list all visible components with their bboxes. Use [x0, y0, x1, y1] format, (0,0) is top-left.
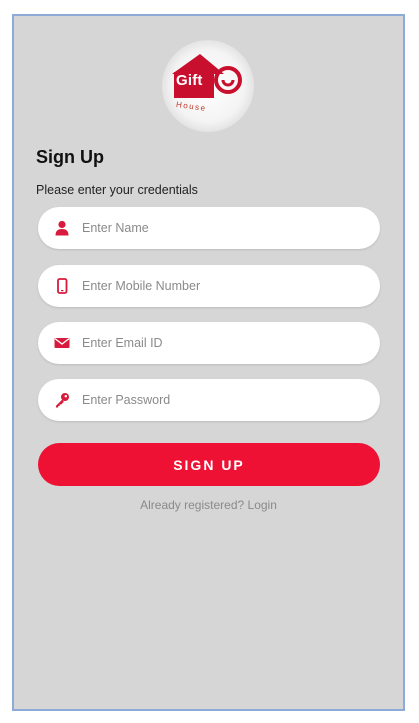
password-input[interactable]	[82, 379, 362, 421]
name-input[interactable]	[82, 207, 362, 249]
login-prompt: Already registered? Login	[14, 498, 403, 512]
login-prompt-text: Already registered?	[140, 498, 245, 512]
sign-up-button[interactable]: SIGN UP	[38, 443, 380, 486]
page-title: Sign Up	[36, 147, 104, 167]
key-icon	[54, 392, 70, 408]
logo-word: Gift	[176, 72, 203, 89]
name-field[interactable]	[38, 207, 380, 249]
login-link[interactable]: Login	[248, 498, 277, 512]
gift-house-logo: Gift House	[162, 40, 254, 132]
email-input[interactable]	[82, 322, 362, 364]
signup-screen: Gift House Sign Up Please enter your cre…	[12, 14, 405, 711]
password-field[interactable]	[38, 379, 380, 421]
mobile-input[interactable]	[82, 265, 362, 307]
page-subtitle: Please enter your credentials	[36, 183, 198, 197]
mobile-phone-icon	[54, 278, 70, 294]
mobile-field[interactable]	[38, 265, 380, 307]
envelope-icon	[54, 335, 70, 351]
user-icon	[54, 220, 70, 236]
email-field[interactable]	[38, 322, 380, 364]
